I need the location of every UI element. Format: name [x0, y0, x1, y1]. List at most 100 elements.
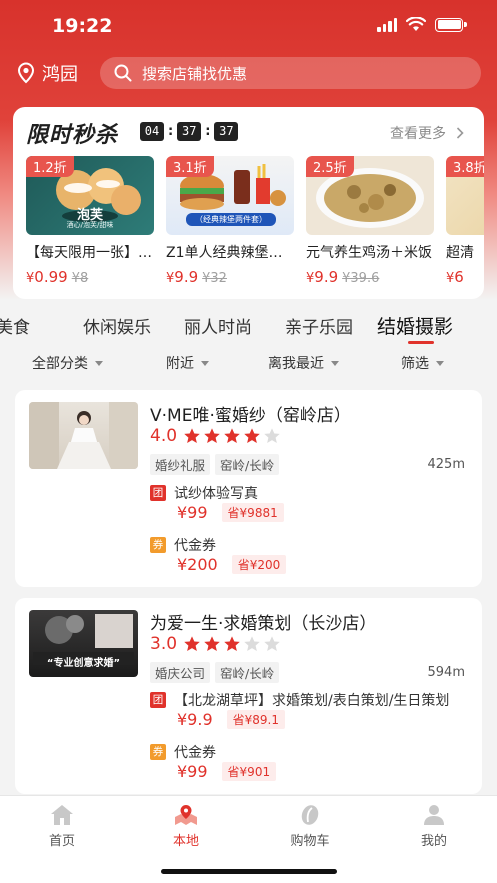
star-filled-icon	[204, 636, 220, 652]
countdown-hours: 04	[140, 122, 164, 141]
deal-price: ¥200	[177, 555, 218, 574]
filter-sort[interactable]: 离我最近	[268, 353, 339, 373]
voucher-icon: 券	[150, 744, 166, 760]
tab-leisure[interactable]: 休闲娱乐	[83, 313, 151, 338]
star-empty-icon	[264, 428, 280, 444]
nav-local[interactable]: 本地	[156, 804, 216, 849]
dropdown-arrow-icon	[436, 360, 444, 366]
home-indicator	[161, 869, 337, 874]
deal-price: ¥99	[177, 503, 208, 522]
store-card[interactable]: V·ME唯·蜜婚纱（窑岭店） 4.0 婚纱礼服 窑岭/长岭 425m 团 试纱体…	[15, 390, 482, 587]
status-time: 19:22	[52, 15, 113, 37]
deal-title: 代金券	[174, 745, 216, 761]
nav-cart[interactable]: 购物车	[280, 804, 340, 849]
local-map-icon	[175, 805, 197, 825]
product-price: ¥0.99 ¥8	[26, 268, 89, 286]
voucher-deal[interactable]: 券 代金券	[150, 742, 216, 762]
store-image	[29, 402, 138, 469]
star-filled-icon	[184, 636, 200, 652]
home-icon	[51, 805, 73, 825]
nav-profile[interactable]: 我的	[404, 804, 464, 849]
status-bar: 19:22	[0, 0, 497, 50]
filter-more[interactable]: 筛选	[401, 353, 444, 373]
chevron-right-icon	[456, 127, 464, 139]
deal-price: ¥99	[177, 762, 208, 781]
group-deal[interactable]: 团 【北龙湖草坪】求婚策划/表白策划/生日策划	[150, 690, 449, 710]
product-price: ¥6	[446, 268, 464, 286]
store-card[interactable]: “专业创意求婚” 为爱一生·求婚策划（长沙店） 3.0 婚庆公司 窑岭/长岭 5…	[15, 598, 482, 794]
filter-nearby[interactable]: 附近	[166, 353, 209, 373]
discount-badge: 1.2折	[26, 156, 74, 177]
rating-score: 3.0	[150, 634, 178, 654]
dropdown-arrow-icon	[331, 360, 339, 366]
search-bar[interactable]: 搜索店铺找优惠	[100, 57, 481, 89]
tab-wedding[interactable]: 结婚摄影	[377, 313, 453, 339]
product-card[interactable]: 3.1折 （经典辣堡两件套） Z1单人经典辣堡套餐 ¥9.9 ¥32	[166, 156, 294, 286]
store-name: 为爱一生·求婚策划（长沙店）	[150, 614, 377, 634]
flash-sale-product-list: 1.2折 泡芙 酒心/泡芙/甜味 【每天限用一张】泡芙 ¥0.99 ¥8 3.1…	[26, 156, 484, 296]
product-card[interactable]: 3.8折 超清 ¥6	[446, 156, 484, 286]
store-tags: 婚纱礼服 窑岭/长岭	[150, 454, 280, 475]
flash-sale-card: 限时秒杀 04 : 37 : 37 查看更多 1.2折 泡芙 酒心/泡芙/甜味 …	[13, 107, 484, 299]
image-caption: （经典辣堡两件套）	[195, 215, 267, 224]
store-image: “专业创意求婚”	[29, 610, 138, 677]
store-distance: 425m	[427, 457, 465, 472]
original-price: ¥32	[202, 271, 227, 286]
filter-category[interactable]: 全部分类	[32, 353, 103, 373]
location-selector[interactable]: 鸿园	[16, 60, 78, 86]
star-filled-icon	[184, 428, 200, 444]
deal-price-row: ¥99 省¥9881	[177, 503, 284, 522]
store-distance: 594m	[427, 665, 465, 680]
deal-title: 试纱体验写真	[174, 486, 258, 502]
store-rating: 3.0	[150, 634, 281, 654]
nav-home[interactable]: 首页	[32, 804, 92, 849]
flash-sale-title: 限时秒杀	[26, 123, 119, 148]
deal-price: ¥9.9	[177, 710, 213, 729]
tab-food[interactable]: 美食	[0, 313, 30, 338]
store-rating: 4.0	[150, 426, 281, 446]
deal-savings: 省¥200	[231, 555, 287, 574]
wifi-icon	[406, 17, 426, 31]
product-image: 2.5折	[306, 156, 434, 235]
profile-icon	[424, 805, 444, 825]
status-icons	[377, 17, 467, 32]
group-deal[interactable]: 团 试纱体验写真	[150, 483, 258, 503]
deal-title: 代金券	[174, 538, 216, 554]
product-name: 【每天限用一张】泡芙	[26, 245, 154, 261]
dropdown-arrow-icon	[201, 360, 209, 366]
rating-stars	[183, 635, 281, 653]
deal-title: 【北龙湖草坪】求婚策划/表白策划/生日策划	[174, 693, 450, 709]
rating-score: 4.0	[150, 426, 178, 446]
rating-stars	[183, 427, 281, 445]
deal-price-row: ¥9.9 省¥89.1	[177, 710, 285, 729]
store-tag: 窑岭/长岭	[215, 454, 280, 475]
store-tags: 婚庆公司 窑岭/长岭	[150, 662, 280, 683]
location-pin-icon	[17, 62, 35, 84]
store-tag: 婚纱礼服	[150, 454, 211, 475]
product-card[interactable]: 2.5折 元气养生鸡汤＋米饭 ¥9.9 ¥39.6	[306, 156, 434, 286]
tab-beauty[interactable]: 丽人时尚	[184, 313, 252, 338]
view-more-link[interactable]: 查看更多	[390, 123, 464, 143]
star-filled-icon	[204, 428, 220, 444]
store-tag: 婚庆公司	[150, 662, 211, 683]
countdown-seconds: 37	[214, 122, 239, 141]
product-image: 1.2折 泡芙 酒心/泡芙/甜味	[26, 156, 154, 235]
discount-badge: 2.5折	[306, 156, 354, 177]
star-empty-icon	[264, 636, 280, 652]
discount-badge: 3.8折	[446, 156, 484, 177]
product-name: 超清	[446, 245, 474, 261]
tab-family[interactable]: 亲子乐园	[285, 313, 353, 338]
product-name: Z1单人经典辣堡套餐	[166, 245, 294, 261]
product-name: 元气养生鸡汤＋米饭	[306, 245, 432, 261]
deal-price-row: ¥99 省¥901	[177, 762, 277, 781]
cellular-signal-icon	[377, 17, 397, 32]
filter-bar: 全部分类 附近 离我最近 筛选	[0, 353, 497, 375]
product-card[interactable]: 1.2折 泡芙 酒心/泡芙/甜味 【每天限用一张】泡芙 ¥0.99 ¥8	[26, 156, 154, 286]
store-name: V·ME唯·蜜婚纱（窑岭店）	[150, 406, 351, 426]
location-label: 鸿园	[42, 64, 78, 85]
original-price: ¥8	[71, 271, 89, 286]
active-tab-indicator	[408, 341, 434, 344]
countdown-minutes: 37	[177, 122, 202, 141]
battery-icon	[435, 17, 467, 32]
voucher-deal[interactable]: 券 代金券	[150, 535, 216, 555]
